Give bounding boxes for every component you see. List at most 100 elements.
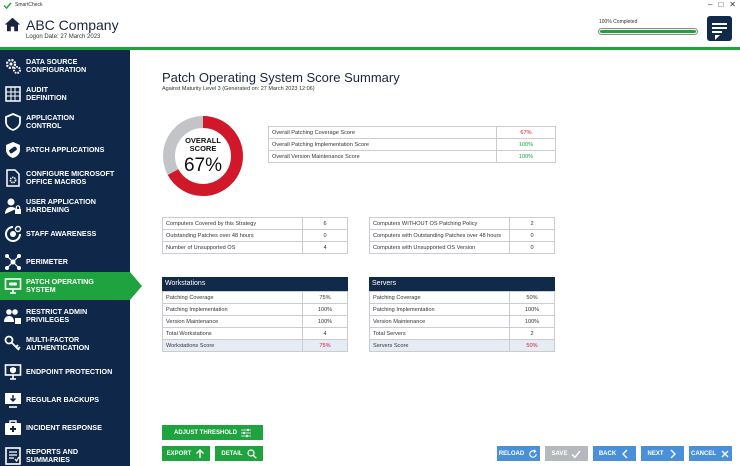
sidebar-item-label: Patch Applications (26, 145, 105, 154)
row-value: 100% (509, 303, 555, 316)
overall-score-value: 67% (183, 155, 223, 176)
shield-bandage-icon (6, 142, 20, 158)
save-label: SAVE (551, 450, 568, 457)
table-row: Total Servers 2 (369, 327, 555, 340)
table-row: Computers with Unsupported OS Version 0 (369, 241, 555, 254)
first-aid-icon (5, 420, 21, 435)
row-label: Total Workstations (162, 327, 303, 340)
sidebar-item-incident-response[interactable]: Incident Response (0, 414, 130, 442)
arrow-up-icon (196, 448, 205, 458)
row-value: 0 (302, 229, 348, 242)
chevron-right-icon (670, 449, 676, 458)
reload-icon (529, 448, 537, 458)
sidebar-item-label: Incident Response (26, 423, 102, 432)
row-value: 4 (302, 241, 348, 254)
sidebar-item-regular-backups[interactable]: Regular Backups (0, 386, 130, 414)
close-icon[interactable]: ✕ (729, 0, 736, 9)
sidebar-item-staff-awareness[interactable]: Staff Awareness (0, 220, 130, 248)
sidebar-item-label: Perimeter (26, 257, 68, 266)
overall-score-label: OVERALL SCORE (185, 136, 221, 153)
reload-button[interactable]: RELOAD (497, 446, 540, 461)
next-button[interactable]: NEXT (641, 446, 684, 461)
table-row: Total Workstations 4 (162, 327, 348, 340)
workstations-table: Patching Coverage 75% Patching Implementat… (162, 291, 348, 352)
back-button[interactable]: BACK (593, 446, 636, 461)
close-x-icon (721, 450, 729, 457)
detail-label: DETAIL (221, 450, 243, 457)
table-row: Patching Implementation 100% (162, 303, 348, 316)
progress-label: 100% Completed (599, 19, 638, 25)
row-label: Patching Implementation (369, 303, 510, 316)
sidebar-item-patch-applications[interactable]: Patch Applications (0, 136, 130, 164)
backup-icon (5, 393, 21, 408)
sidebar-item-label: Restrict Admin Privileges (26, 307, 88, 324)
table-row: Version Maintenance 100% (369, 315, 555, 328)
gears-icon (5, 58, 21, 74)
computers-table-right: Computers WITHOUT OS Patching Policy 2 Com… (369, 217, 555, 254)
adjust-threshold-button[interactable]: ADJUST THRESHOLD (162, 425, 263, 440)
table-row: Computers Covered by this Strategy 6 (162, 217, 348, 230)
row-value: 0 (509, 241, 555, 254)
sidebar-item-label: Regular Backups (26, 395, 100, 404)
row-label: Total Servers (369, 327, 510, 340)
sidebar-item-patch-operating-system[interactable]: Patch Operating System (0, 272, 142, 300)
sidebar-item-application-control[interactable]: Application Control (0, 108, 130, 136)
table-row: Patching Implementation 100% (369, 303, 555, 316)
row-label: Patching Implementation (162, 303, 303, 316)
sidebar-item-audit-definition[interactable]: Audit Definition (0, 80, 130, 108)
next-label: NEXT (647, 450, 664, 457)
row-value: 100% (496, 150, 556, 163)
export-button[interactable]: EXPORT (162, 446, 210, 461)
sidebar-item-endpoint-protection[interactable]: Endpoint Protection (0, 358, 130, 386)
computers-table-left: Computers Covered by this Strategy 6 Outst… (162, 217, 348, 254)
cancel-button[interactable]: CANCEL (689, 446, 732, 461)
row-value: 6 (302, 217, 348, 230)
sidebar-item-reports-and-summaries[interactable]: Reports and Summaries (0, 442, 130, 466)
sidebar-item-label: Staff Awareness (26, 229, 97, 238)
sidebar-item-restrict-admin-privileges[interactable]: Restrict Admin Privileges (0, 302, 130, 330)
monitor-patch-icon (4, 278, 22, 294)
app-logo-icon (3, 1, 12, 9)
sidebar-item-label: Patch Operating System (26, 277, 94, 294)
row-value: 50% (509, 291, 555, 304)
progress-bar (598, 28, 698, 35)
row-value: 100% (302, 315, 348, 328)
score-row: Servers Score 50% (369, 339, 555, 352)
workstations-header: Workstations (162, 277, 348, 291)
title-bar: SmartCheck – □ ✕ (0, 0, 740, 10)
header: ABC Company Logon Date: 27 March 2023 10… (0, 10, 740, 48)
maximize-icon[interactable]: □ (718, 0, 723, 9)
table-row: Overall Version Maintenance Score 100% (268, 150, 556, 163)
servers-table: Patching Coverage 50% Patching Implementat… (369, 291, 555, 352)
home-icon[interactable] (4, 16, 21, 33)
score-value: 50% (509, 339, 555, 352)
sidebar-item-data-source-configuration[interactable]: Data Source Configuration (0, 52, 130, 80)
sidebar-item-multi-factor-authentication[interactable]: Multi-Factor Authentication (0, 330, 130, 358)
chat-button[interactable] (707, 16, 732, 41)
row-value: 2 (509, 327, 555, 340)
table-row: Patching Coverage 75% (162, 291, 348, 304)
score-row: Workstations Score 75% (162, 339, 348, 352)
sidebar-item-perimeter[interactable]: Perimeter (0, 248, 130, 276)
save-button[interactable]: SAVE (545, 446, 588, 461)
table-row: Number of Unsupported OS 4 (162, 241, 348, 254)
score-label: Workstations Score (162, 339, 303, 352)
detail-button[interactable]: DETAIL (215, 446, 263, 461)
sidebar-item-label: Data Source Configuration (26, 57, 87, 74)
message-icon (712, 23, 727, 40)
sidebar-item-label: Audit Definition (26, 85, 67, 102)
search-icon (247, 448, 257, 459)
sidebar-item-configure-microsoft-office-macros[interactable]: Configure Microsoft Office Macros (0, 164, 130, 192)
overall-scores-table: Overall Patching Coverage Score 67% Overal… (268, 126, 556, 163)
table-row: Overall Patching Implementation Score 100… (268, 138, 556, 151)
row-value: 4 (302, 327, 348, 340)
row-value: 2 (509, 217, 555, 230)
row-label: Version Maintenance (369, 315, 510, 328)
sidebar-item-user-application-hardening[interactable]: User Application Hardening (0, 192, 130, 220)
sidebar-item-label: Configure Microsoft Office Macros (26, 169, 115, 186)
row-label: Outstanding Patches over 48 hours (162, 229, 303, 242)
keys-icon (4, 335, 21, 351)
minimize-icon[interactable]: – (708, 0, 712, 9)
table-row: Patching Coverage 50% (369, 291, 555, 304)
progress-fill (600, 30, 696, 33)
